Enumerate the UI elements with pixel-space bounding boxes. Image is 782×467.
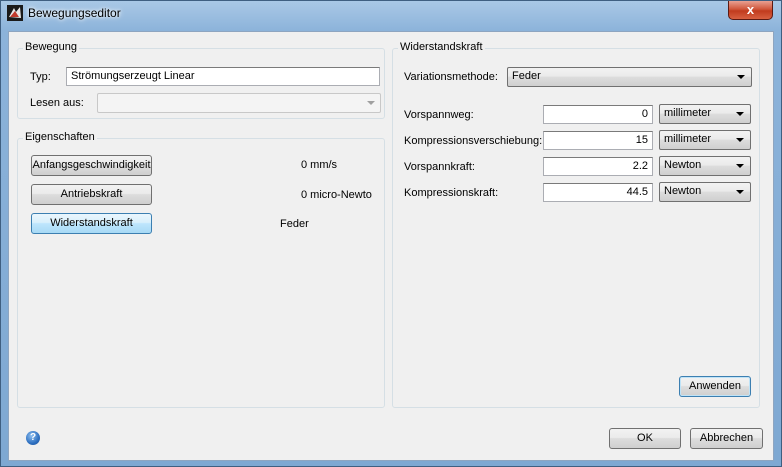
bewegung-group-title: Bewegung — [23, 41, 79, 53]
dialog-window: Bewegungseditor x Bewegung Typ: Strömung… — [0, 0, 782, 467]
widerstandskraft-button[interactable]: Widerstandskraft — [31, 213, 152, 234]
antriebskraft-value: 0 micro-Newto — [301, 189, 372, 201]
lesen-aus-label: Lesen aus: — [30, 97, 84, 109]
vorspannkraft-unit: Newton — [664, 159, 702, 171]
help-icon[interactable]: ? — [26, 431, 40, 445]
chevron-down-icon — [736, 164, 744, 168]
vorspannkraft-label: Vorspannkraft: — [404, 161, 475, 173]
variationsmethode-value: Feder — [512, 70, 541, 82]
eigenschaften-group: Eigenschaften Anfangsgeschwindigkeit 0 m… — [17, 131, 385, 408]
app-icon — [7, 5, 23, 21]
abbrechen-button[interactable]: Abbrechen — [690, 428, 763, 449]
kompressionsverschiebung-input[interactable]: 15 — [543, 131, 653, 150]
chevron-down-icon — [736, 112, 744, 116]
variationsmethode-label: Variationsmethode: — [404, 71, 498, 83]
dialog-client: Bewegung Typ: Strömungserzeugt Linear Le… — [8, 31, 774, 461]
vorspannweg-unit-select[interactable]: millimeter — [659, 104, 751, 124]
vorspannweg-input[interactable]: 0 — [543, 105, 653, 124]
kompressionsverschiebung-label: Kompressionsverschiebung: — [404, 135, 543, 147]
variationsmethode-select[interactable]: Feder — [507, 67, 752, 87]
chevron-down-icon — [736, 138, 744, 142]
vorspannweg-unit: millimeter — [664, 107, 712, 119]
typ-field[interactable]: Strömungserzeugt Linear — [66, 67, 380, 86]
anfangsgeschwindigkeit-button[interactable]: Anfangsgeschwindigkeit — [31, 155, 152, 176]
anfangsgeschwindigkeit-value: 0 mm/s — [301, 159, 338, 171]
kompressionsverschiebung-unit: millimeter — [664, 133, 712, 145]
vorspannkraft-input[interactable]: 2.2 — [543, 157, 653, 176]
vorspannkraft-unit-select[interactable]: Newton — [659, 156, 751, 176]
widerstandskraft-group-title: Widerstandskraft — [398, 41, 485, 53]
kompressionskraft-label: Kompressionskraft: — [404, 187, 499, 199]
close-button[interactable]: x — [728, 1, 773, 20]
title-bar[interactable]: Bewegungseditor x — [1, 1, 781, 25]
bewegung-group: Bewegung Typ: Strömungserzeugt Linear Le… — [17, 41, 385, 119]
chevron-down-icon — [737, 75, 745, 79]
widerstandskraft-group: Widerstandskraft Variationsmethode: Fede… — [392, 41, 760, 408]
widerstandskraft-value: Feder — [280, 218, 309, 230]
vorspannweg-label: Vorspannweg: — [404, 109, 474, 121]
eigenschaften-group-title: Eigenschaften — [23, 131, 97, 143]
kompressionskraft-unit: Newton — [664, 185, 702, 197]
kompressionskraft-input[interactable]: 44.5 — [543, 183, 653, 202]
kompressionsverschiebung-unit-select[interactable]: millimeter — [659, 130, 751, 150]
window-title: Bewegungseditor — [28, 6, 121, 20]
anwenden-button[interactable]: Anwenden — [679, 376, 751, 397]
chevron-down-icon — [736, 190, 744, 194]
chevron-down-icon — [367, 101, 375, 105]
lesen-aus-combo[interactable] — [97, 93, 381, 113]
kompressionskraft-unit-select[interactable]: Newton — [659, 182, 751, 202]
antriebskraft-button[interactable]: Antriebskraft — [31, 184, 152, 205]
typ-label: Typ: — [30, 71, 51, 83]
ok-button[interactable]: OK — [609, 428, 681, 449]
